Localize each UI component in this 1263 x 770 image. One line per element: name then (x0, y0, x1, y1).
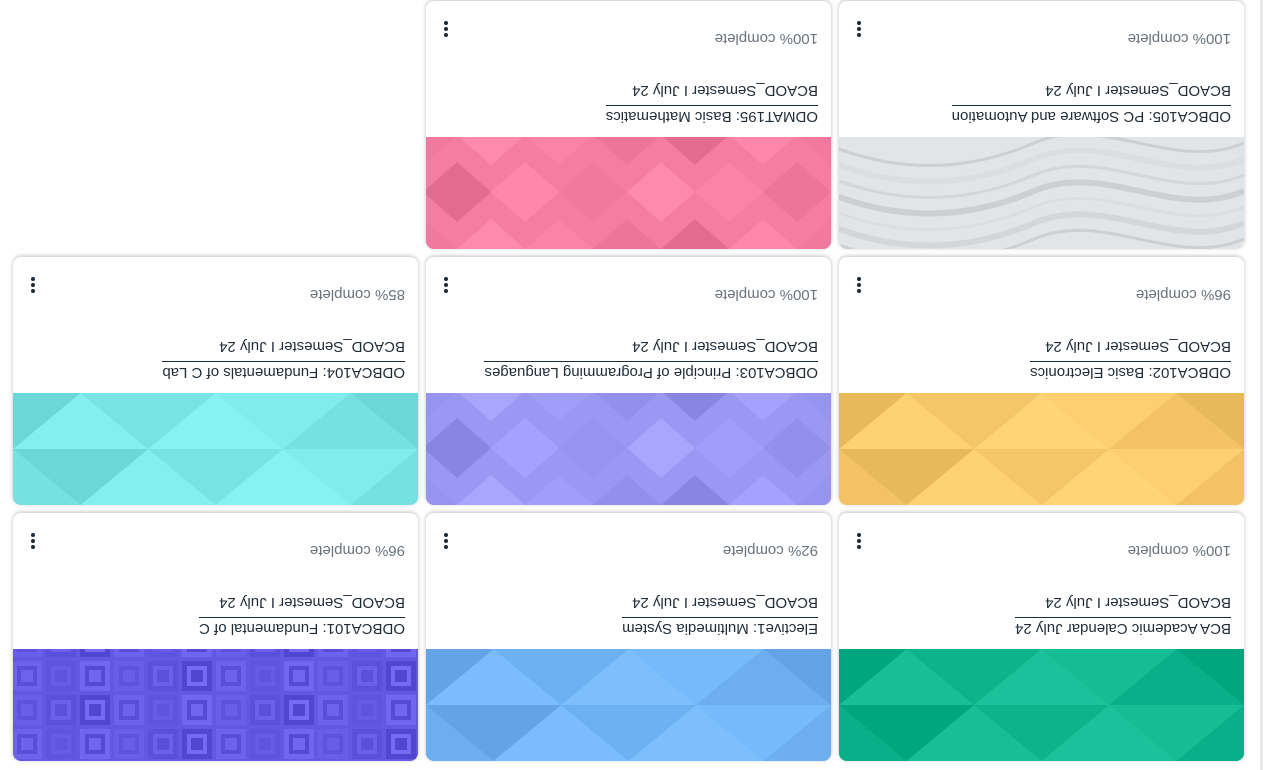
course-category: BCAOD_Semester I July 24 (632, 82, 818, 99)
empty-grid-slot (13, 1, 418, 249)
course-image[interactable] (426, 649, 831, 761)
course-card[interactable]: BCA Academic Calendar July 24 BCAOD_Seme… (839, 513, 1244, 761)
course-image[interactable] (839, 137, 1244, 249)
kebab-menu-icon[interactable] (851, 531, 867, 551)
kebab-menu-icon[interactable] (25, 531, 41, 551)
course-image[interactable] (13, 649, 418, 761)
course-progress-text: 100% complete (714, 286, 818, 303)
course-info: ODBCA102: Basic Electronics BCAOD_Semest… (839, 257, 1244, 393)
course-title-link[interactable]: ODBCA103: Principle of Programming Langu… (484, 361, 818, 381)
course-progress-text: 85% complete (309, 286, 405, 303)
course-card[interactable]: ODMAT195: Basic Mathematics BCAOD_Semest… (426, 1, 831, 249)
course-title-link[interactable]: ODBCA101: Fundamental of C (199, 617, 405, 637)
course-info: ODBCA104: Fundamentals of C Lab BCAOD_Se… (13, 257, 418, 393)
course-info: BCA Academic Calendar July 24 BCAOD_Seme… (839, 513, 1244, 649)
course-title-link[interactable]: BCA Academic Calendar July 24 (1015, 617, 1231, 637)
kebab-menu-icon[interactable] (438, 19, 454, 39)
course-info: ODBCA101: Fundamental of C BCAOD_Semeste… (13, 513, 418, 649)
course-image[interactable] (426, 393, 831, 505)
kebab-menu-icon[interactable] (851, 275, 867, 295)
course-info: Elective1: Multimedia System BCAOD_Semes… (426, 513, 831, 649)
course-card-grid: BCA Academic Calendar July 24 BCAOD_Seme… (13, 1, 1244, 761)
course-progress-text: 96% complete (309, 542, 405, 559)
course-card[interactable]: Elective1: Multimedia System BCAOD_Semes… (426, 513, 831, 761)
course-image[interactable] (839, 649, 1244, 761)
course-category: BCAOD_Semester I July 24 (219, 594, 405, 611)
course-category: BCAOD_Semester I July 24 (1045, 338, 1231, 355)
course-category: BCAOD_Semester I July 24 (219, 338, 405, 355)
course-progress-text: 96% complete (1135, 286, 1231, 303)
course-category: BCAOD_Semester I July 24 (632, 338, 818, 355)
course-progress-text: 92% complete (722, 542, 818, 559)
course-title-link[interactable]: Elective1: Multimedia System (622, 617, 818, 637)
course-title-link[interactable]: ODBCA105: PC Software and Automation (951, 105, 1231, 125)
course-card[interactable]: ODBCA105: PC Software and Automation BCA… (839, 1, 1244, 249)
kebab-menu-icon[interactable] (438, 531, 454, 551)
course-info: ODBCA105: PC Software and Automation BCA… (839, 1, 1244, 137)
course-title-link[interactable]: ODMAT195: Basic Mathematics (605, 105, 818, 125)
course-title-link[interactable]: ODBCA104: Fundamentals of C Lab (162, 361, 405, 381)
course-card[interactable]: ODBCA101: Fundamental of C BCAOD_Semeste… (13, 513, 418, 761)
course-card[interactable]: ODBCA103: Principle of Programming Langu… (426, 257, 831, 505)
course-info: ODBCA103: Principle of Programming Langu… (426, 257, 831, 393)
course-progress-text: 100% complete (714, 30, 818, 47)
course-category: BCAOD_Semester I July 24 (632, 594, 818, 611)
course-overview: BCA Academic Calendar July 24 BCAOD_Seme… (0, 0, 1263, 770)
course-progress-text: 100% complete (1127, 30, 1231, 47)
course-category: BCAOD_Semester I July 24 (1045, 594, 1231, 611)
kebab-menu-icon[interactable] (438, 275, 454, 295)
course-image[interactable] (13, 393, 418, 505)
course-info: ODMAT195: Basic Mathematics BCAOD_Semest… (426, 1, 831, 137)
course-image[interactable] (426, 137, 831, 249)
course-title-link[interactable]: ODBCA102: Basic Electronics (1030, 361, 1231, 381)
course-card[interactable]: ODBCA102: Basic Electronics BCAOD_Semest… (839, 257, 1244, 505)
course-category: BCAOD_Semester I July 24 (1045, 82, 1231, 99)
course-card[interactable]: ODBCA104: Fundamentals of C Lab BCAOD_Se… (13, 257, 418, 505)
course-progress-text: 100% complete (1127, 542, 1231, 559)
course-image[interactable] (839, 393, 1244, 505)
kebab-menu-icon[interactable] (25, 275, 41, 295)
kebab-menu-icon[interactable] (851, 19, 867, 39)
